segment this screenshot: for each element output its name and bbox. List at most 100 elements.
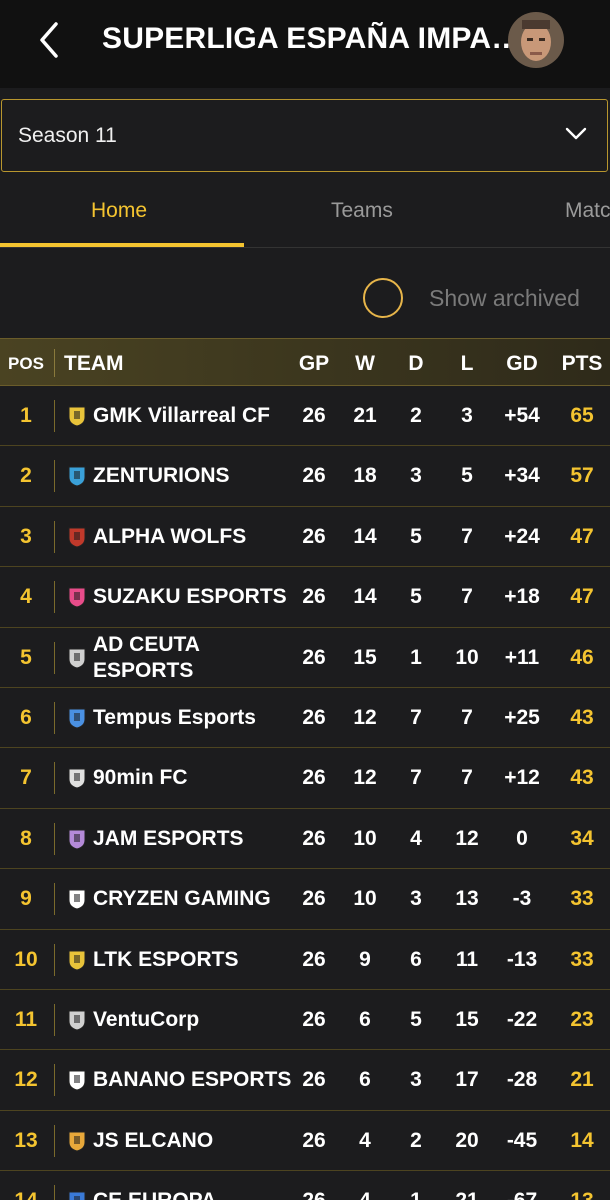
team-logo-cell <box>66 1050 88 1110</box>
draws-cell: 3 <box>410 464 422 488</box>
season-selected-value: Season 11 <box>18 124 117 147</box>
position-cell: 11 <box>14 1007 38 1031</box>
table-row[interactable]: 12 BANANO ESPORTS 26 6 3 17 -28 21 <box>0 1050 610 1111</box>
losses-cell: 17 <box>455 1068 479 1092</box>
col-header-l[interactable]: L <box>445 352 489 376</box>
col-header-w[interactable]: W <box>343 352 387 376</box>
team-name-cell[interactable]: SUZAKU ESPORTS <box>93 567 293 627</box>
draws-cell: 1 <box>410 645 422 669</box>
position-cell: 12 <box>14 1068 38 1092</box>
draws-cell: 5 <box>410 1007 422 1031</box>
team-name-cell[interactable]: VentuCorp <box>93 990 293 1050</box>
team-name-cell[interactable]: ZENTURIONS <box>93 446 293 506</box>
position-cell: 7 <box>20 766 32 790</box>
losses-cell: 21 <box>445 1171 489 1200</box>
draws-cell: 2 <box>410 404 422 427</box>
tab-home[interactable]: Home <box>91 199 147 223</box>
chevron-down-icon <box>565 127 587 140</box>
table-row[interactable]: 10 LTK ESPORTS 26 9 6 11 -13 33 <box>0 929 610 990</box>
wins-cell: 14 <box>353 585 377 609</box>
goal-difference-cell: -28 <box>506 1068 538 1092</box>
draws-cell: 3 <box>410 887 422 911</box>
games-played-cell: 26 <box>302 826 326 850</box>
games-played-cell: 26 <box>302 404 326 427</box>
team-name-cell[interactable]: LTK ESPORTS <box>93 930 293 990</box>
table-row[interactable]: 7 90min FC 26 12 7 7 +12 43 <box>0 748 610 809</box>
games-played-cell: 26 <box>292 1171 336 1200</box>
zenturions-logo-icon <box>68 466 86 487</box>
tab-bar: Home Teams Matc <box>0 175 610 248</box>
column-divider <box>54 349 55 377</box>
table-row[interactable]: 4 SUZAKU ESPORTS 26 14 5 7 +18 47 <box>0 567 610 628</box>
team-name-cell[interactable]: JAM ESPORTS <box>93 809 293 869</box>
table-header: POS TEAM GP W D L GD PTS <box>0 338 610 386</box>
table-row[interactable]: 6 Tempus Esports 26 12 7 7 +25 43 <box>0 687 610 749</box>
team-name-cell[interactable]: CRYZEN GAMING <box>93 869 293 929</box>
table-row[interactable]: 13 JS ELCANO 26 4 2 20 -45 14 <box>0 1110 610 1172</box>
team-name-cell[interactable]: 90min FC <box>93 748 293 808</box>
team-name-cell[interactable]: JS ELCANO <box>93 1111 293 1171</box>
col-header-gp[interactable]: GP <box>292 352 336 376</box>
back-arrow-icon[interactable] <box>36 20 62 60</box>
draws-cell: 5 <box>410 585 422 609</box>
games-played-cell: 26 <box>302 705 326 729</box>
jam-logo-icon <box>68 829 86 850</box>
user-avatar[interactable] <box>508 12 564 68</box>
team-name-cell[interactable]: ALPHA WOLFS <box>93 507 293 567</box>
team-name-cell[interactable]: Tempus Esports <box>93 688 293 748</box>
table-row[interactable]: 14 CE EUROPA264121-67 13 <box>0 1171 610 1200</box>
tempus-logo-icon <box>68 708 86 729</box>
show-archived-toggle[interactable]: Show archived <box>0 262 610 332</box>
app-header: SUPERLIGA ESPAÑA IMPA… <box>0 0 610 88</box>
losses-cell: 7 <box>461 705 473 729</box>
column-divider <box>54 1185 55 1200</box>
team-logo-cell <box>66 446 88 506</box>
column-divider <box>54 581 55 614</box>
wins-cell: 9 <box>359 947 371 971</box>
season-dropdown[interactable]: Season 11 <box>1 99 608 172</box>
alpha-wolfs-logo-icon <box>68 527 86 548</box>
goal-difference-cell: -45 <box>506 1128 538 1152</box>
position-cell: 2 <box>20 464 32 488</box>
table-row[interactable]: 2 ZENTURIONS 26 18 3 5 +34 57 <box>0 446 610 507</box>
column-divider <box>54 762 55 795</box>
col-header-gd[interactable]: GD <box>496 352 548 376</box>
table-row[interactable]: 8 JAM ESPORTS 26 10 4 12 0 34 <box>0 808 610 870</box>
column-divider <box>54 520 55 553</box>
goal-difference-cell: +12 <box>504 766 540 790</box>
table-row[interactable]: 11 VentuCorp 26 6 5 15 -22 23 <box>0 989 610 1051</box>
points-cell: 46 <box>570 645 594 669</box>
position-cell: 1 <box>20 404 32 427</box>
table-row[interactable]: 5 AD CEUTA ESPORTS 26 15 1 10 +11 46 <box>0 627 610 688</box>
position-cell: 14 <box>0 1171 52 1200</box>
tab-teams[interactable]: Teams <box>331 199 393 223</box>
team-logo-cell <box>66 809 88 869</box>
losses-cell: 3 <box>461 404 473 427</box>
losses-cell: 13 <box>455 887 479 911</box>
team-name-cell[interactable]: BANANO ESPORTS <box>93 1050 293 1110</box>
goal-difference-cell: -22 <box>506 1007 538 1031</box>
wins-cell: 15 <box>353 645 377 669</box>
archived-radio-button[interactable] <box>363 278 403 318</box>
draws-cell: 2 <box>410 1128 422 1152</box>
team-name-cell[interactable]: AD CEUTA ESPORTS <box>93 628 293 688</box>
table-row[interactable]: 1 GMK Villarreal CF 26 21 2 3 +54 65 <box>0 386 610 447</box>
europa-crest-icon <box>68 1191 86 1200</box>
col-header-pos[interactable]: POS <box>0 354 52 374</box>
team-logo-cell <box>66 628 88 688</box>
table-row[interactable]: 9 CRYZEN GAMING 26 10 3 13 -3 33 <box>0 869 610 930</box>
col-header-team[interactable]: TEAM <box>64 352 124 376</box>
points-cell: 47 <box>570 585 594 609</box>
column-divider <box>54 1064 55 1097</box>
team-name-cell[interactable]: CE EUROPA <box>93 1171 293 1200</box>
position-cell: 10 <box>14 947 38 971</box>
table-row[interactable]: 3 ALPHA WOLFS 26 14 5 7 +24 47 <box>0 506 610 568</box>
position-cell: 3 <box>20 524 32 548</box>
losses-cell: 15 <box>455 1007 479 1031</box>
col-header-pts[interactable]: PTS <box>556 352 608 376</box>
col-header-d[interactable]: D <box>394 352 438 376</box>
suzaku-logo-icon <box>68 587 86 608</box>
tab-matches[interactable]: Matc <box>565 199 610 223</box>
team-name-cell[interactable]: GMK Villarreal CF <box>93 386 293 446</box>
team-logo-cell <box>66 386 88 446</box>
